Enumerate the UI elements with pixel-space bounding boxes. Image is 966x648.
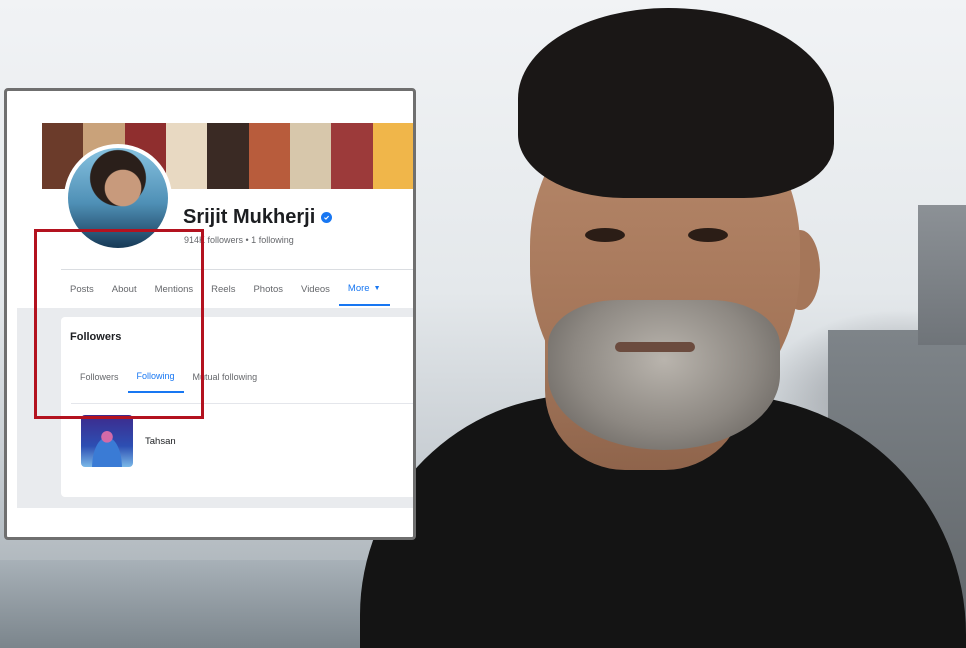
list-item[interactable]: Tahsan [81,414,281,468]
tab-videos[interactable]: Videos [292,272,339,306]
profile-name: Srijit Mukherji [183,206,333,229]
caret-down-icon: ▼ [373,284,381,292]
profile-name-text: Srijit Mukherji [183,206,316,228]
person-eye-left [585,228,625,242]
verified-badge-icon [321,212,333,223]
cover-tile [165,123,208,189]
tab-label: Photos [253,283,284,295]
cover-tile [248,123,290,189]
cover-tile [331,123,373,189]
person-eye-right [688,228,728,242]
cover-tile [372,123,413,189]
background-building-top [918,205,966,345]
cover-tile [289,123,332,189]
tab-photos[interactable]: Photos [244,272,292,306]
background-city [0,560,420,648]
person-mouth [615,342,695,352]
list-item-thumbnail [81,415,133,467]
tab-label: More [347,282,370,294]
tab-label: Reels [211,283,236,295]
tab-label: Videos [301,283,330,295]
cover-tile [207,123,249,189]
list-item-name: Tahsan [145,435,176,447]
tab-more[interactable]: More ▼ [338,272,390,306]
tab-reels[interactable]: Reels [202,272,244,306]
highlight-box [34,229,204,419]
person-beard [548,300,780,450]
